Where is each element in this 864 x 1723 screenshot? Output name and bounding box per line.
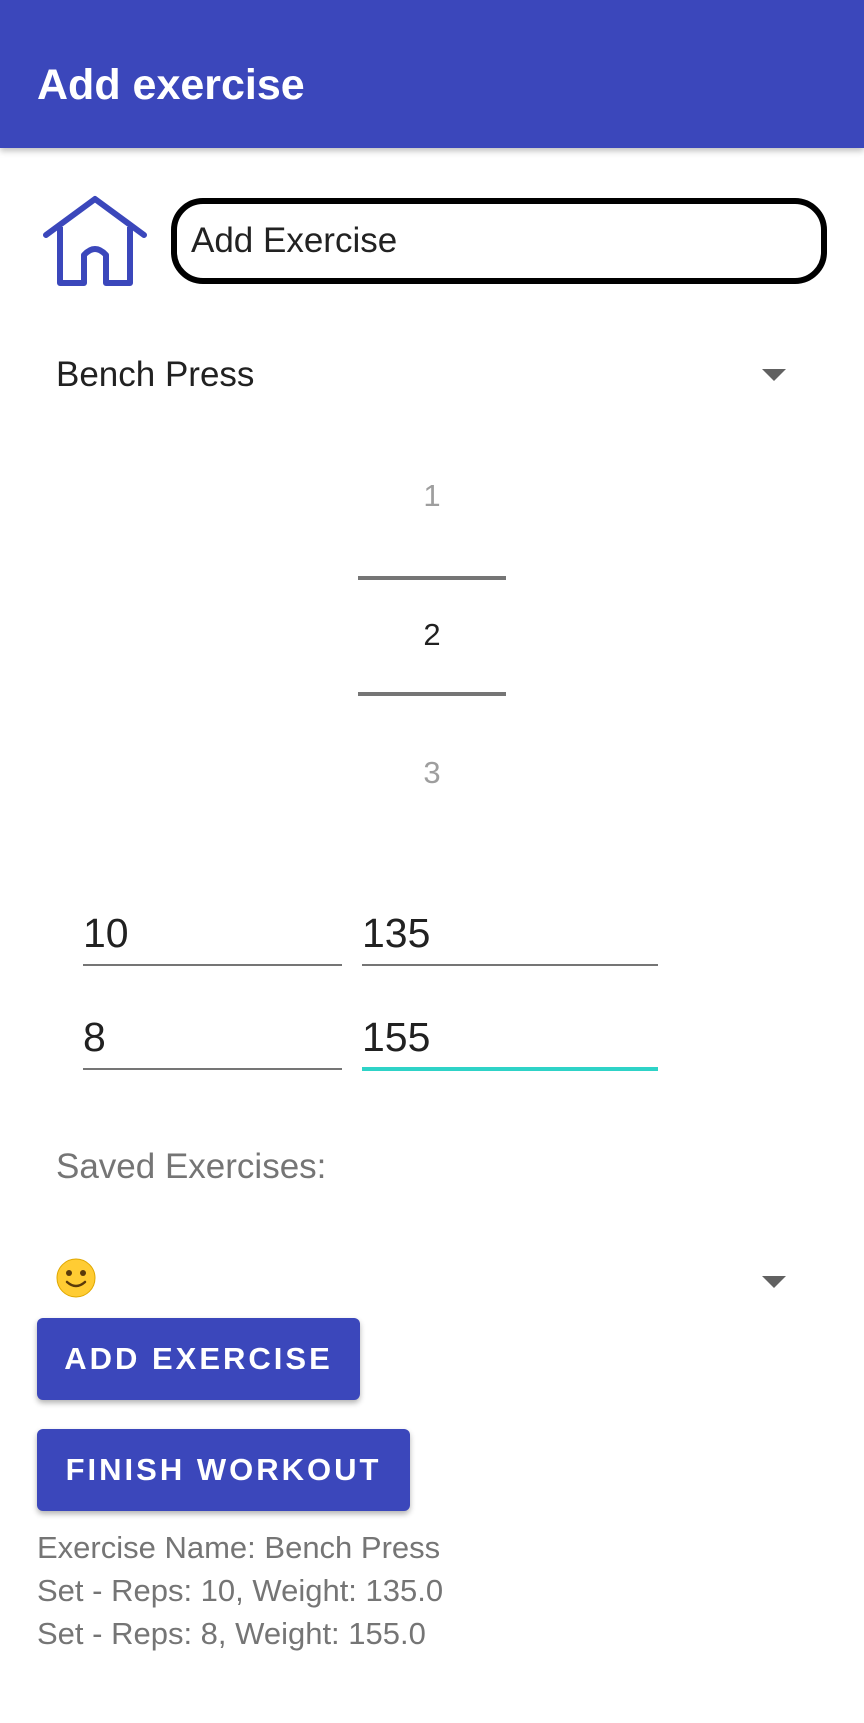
log-line-exercise-name: Exercise Name: Bench Press bbox=[37, 1530, 441, 1565]
dropdown-caret-icon bbox=[762, 369, 786, 381]
exercise-spinner[interactable]: Bench Press bbox=[56, 345, 796, 405]
smiley-emoji-icon bbox=[56, 1258, 96, 1298]
picker-divider-bottom bbox=[358, 692, 506, 696]
picker-value-selected[interactable]: 2 bbox=[358, 617, 506, 653]
reps-field-2[interactable]: 8 bbox=[83, 1012, 106, 1062]
weight-field-2[interactable]: 155 bbox=[362, 1012, 430, 1062]
saved-exercises-spinner[interactable] bbox=[56, 1252, 796, 1312]
reps-field-1-underline bbox=[83, 964, 342, 966]
picker-divider-top bbox=[358, 576, 506, 580]
finish-workout-button[interactable]: FINISH WORKOUT bbox=[37, 1429, 410, 1511]
picker-value-below[interactable]: 3 bbox=[358, 755, 506, 791]
home-icon[interactable] bbox=[40, 195, 150, 290]
weight-field-1[interactable]: 135 bbox=[362, 908, 430, 958]
add-exercise-button[interactable]: ADD EXERCISE bbox=[37, 1318, 360, 1400]
log-line-set-1: Set - Reps: 10, Weight: 135.0 bbox=[37, 1573, 444, 1608]
app-bar: Add exercise bbox=[0, 0, 864, 148]
exercise-name-input[interactable] bbox=[171, 198, 827, 284]
page-title: Add exercise bbox=[37, 61, 305, 109]
exercise-spinner-value: Bench Press bbox=[56, 355, 255, 394]
dropdown-caret-icon bbox=[762, 1276, 786, 1288]
picker-value-above[interactable]: 1 bbox=[358, 478, 506, 514]
weight-field-2-underline-focused bbox=[362, 1067, 658, 1071]
saved-exercises-label: Saved Exercises: bbox=[56, 1147, 327, 1186]
log-line-set-2: Set - Reps: 8, Weight: 155.0 bbox=[37, 1616, 426, 1651]
set-number-picker[interactable]: 1 2 3 bbox=[358, 460, 506, 800]
reps-field-1[interactable]: 10 bbox=[83, 908, 129, 958]
reps-field-2-underline bbox=[83, 1068, 342, 1070]
weight-field-1-underline bbox=[362, 964, 658, 966]
